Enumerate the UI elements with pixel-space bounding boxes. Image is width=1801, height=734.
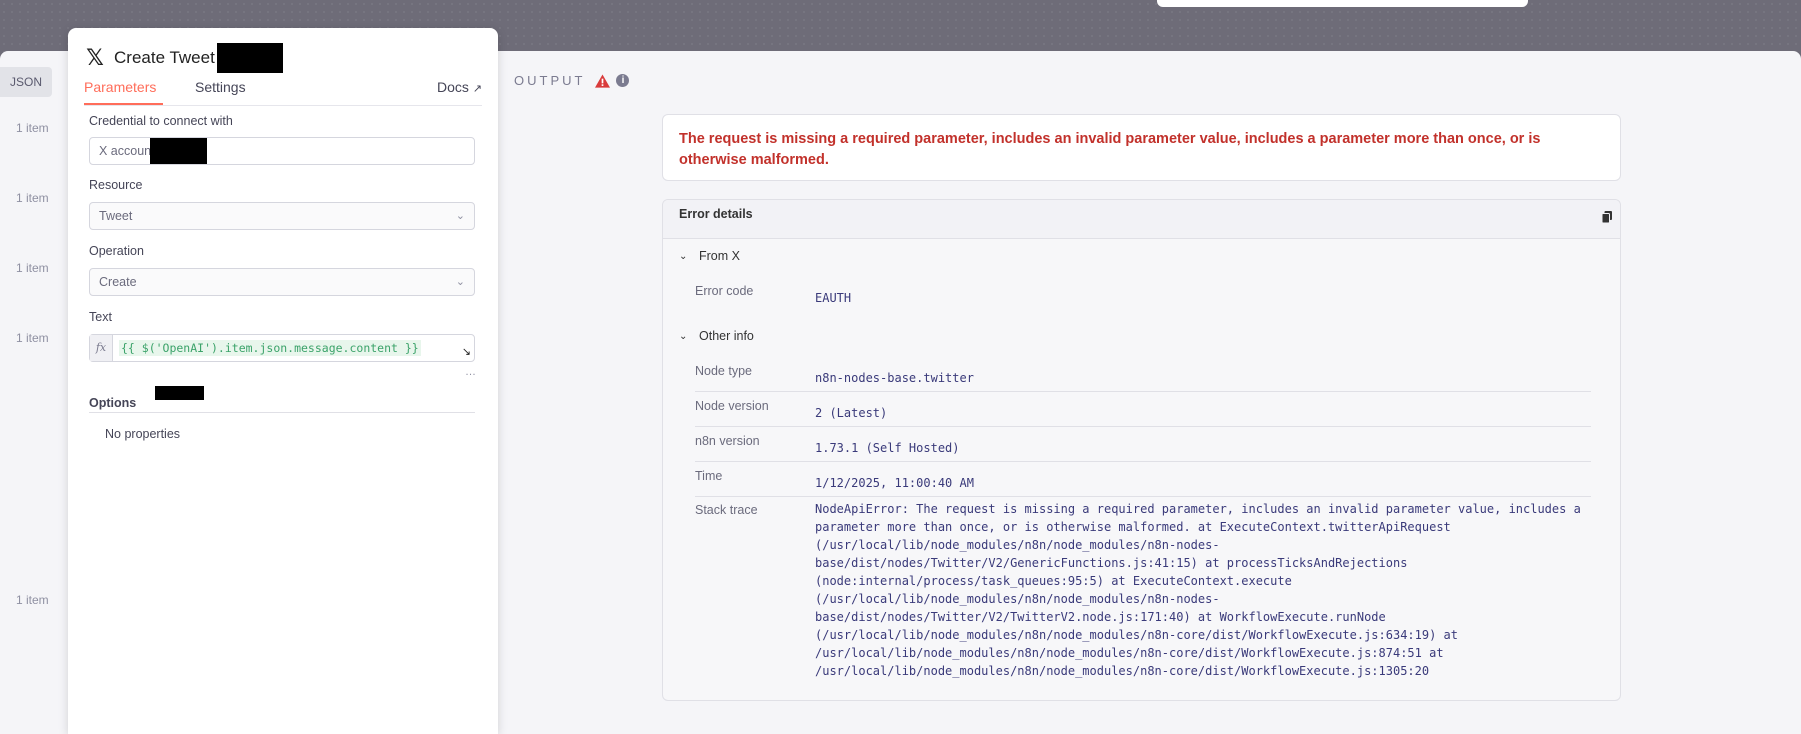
detail-row-value: 1/12/2025, 11:00:40 AM	[815, 476, 974, 490]
output-header: OUTPUT i	[514, 73, 630, 88]
node-tabs: Parameters Settings Docs ↗	[84, 79, 482, 106]
chevron-down-icon: ⌄	[679, 330, 688, 342]
docs-link[interactable]: Docs ↗	[437, 79, 482, 95]
row-divider	[695, 426, 1591, 427]
text-label: Text	[89, 310, 112, 324]
detail-row-label: n8n version	[695, 434, 760, 448]
operation-label: Operation	[89, 244, 144, 258]
error-details-panel: Error details ⌄ From X Error code EAUTH …	[662, 199, 1621, 701]
credential-value: X accoun	[99, 144, 152, 158]
more-options-icon[interactable]: …	[465, 366, 476, 378]
item-count: 1 item	[16, 261, 49, 275]
redacted-block	[216, 43, 283, 73]
output-title: OUTPUT	[514, 73, 586, 88]
resource-value: Tweet	[99, 209, 133, 223]
node-title[interactable]: Create Tweet	[114, 48, 215, 68]
section-label: From X	[699, 249, 740, 263]
text-expression-input[interactable]: fx {{ $('OpenAI').item.json.message.cont…	[89, 334, 475, 362]
row-divider	[695, 461, 1591, 462]
info-icon[interactable]: i	[616, 74, 630, 87]
item-count: 1 item	[16, 191, 49, 205]
stack-trace-label: Stack trace	[695, 503, 758, 517]
top-toolbar-edge	[1157, 0, 1528, 7]
warning-icon	[595, 73, 611, 88]
redacted-block	[155, 386, 204, 400]
docs-label: Docs	[436, 79, 469, 95]
error-details-title: Error details	[679, 207, 753, 221]
error-message-box: The request is missing a required parame…	[662, 114, 1621, 181]
row-divider	[695, 496, 1591, 497]
detail-row-value: 1.73.1 (Self Hosted)	[815, 441, 960, 455]
other-info-toggle[interactable]: ⌄ Other info	[679, 329, 754, 343]
node-parameters-panel: 𝕏 Create Tweet Parameters Settings Docs …	[68, 28, 498, 734]
resource-label: Resource	[89, 178, 143, 192]
node-header: 𝕏 Create Tweet	[84, 43, 283, 73]
item-count: 1 item	[16, 121, 49, 135]
input-panel: JSON 1 item 1 item 1 item 1 item 1 item	[0, 51, 70, 734]
section-label: Other info	[699, 329, 754, 343]
detail-row-value: 2 (Latest)	[815, 406, 888, 420]
from-x-toggle[interactable]: ⌄ From X	[679, 249, 740, 263]
stack-trace-value: NodeApiError: The request is missing a r…	[815, 502, 1581, 678]
json-view-tab[interactable]: JSON	[0, 67, 52, 97]
item-count: 1 item	[16, 331, 49, 345]
detail-row-label: Node type	[695, 364, 752, 378]
active-tab-indicator	[84, 103, 163, 105]
row-divider	[695, 391, 1591, 392]
credential-label: Credential to connect with	[89, 114, 233, 128]
options-divider	[89, 412, 475, 413]
item-count: 1 item	[16, 593, 49, 607]
no-properties-text: No properties	[105, 427, 181, 441]
resource-select[interactable]: Tweet ⌄	[89, 202, 475, 230]
error-details-header: Error details	[663, 200, 1620, 239]
parameters-body: Credential to connect with X accoun Reso…	[68, 106, 498, 734]
tab-settings[interactable]: Settings	[195, 79, 246, 95]
error-message: The request is missing a required parame…	[679, 131, 1541, 168]
operation-select[interactable]: Create ⌄	[89, 268, 475, 296]
expression-value: {{ $('OpenAI').item.json.message.content…	[119, 340, 421, 356]
operation-value: Create	[99, 275, 137, 289]
error-code-label: Error code	[695, 284, 754, 298]
external-link-icon: ↗	[472, 83, 482, 95]
credential-select[interactable]: X accoun	[89, 137, 475, 165]
copy-icon[interactable]	[1602, 211, 1612, 223]
options-label: Options	[89, 396, 137, 410]
x-logo-icon: 𝕏	[86, 45, 104, 70]
chevron-down-icon: ⌄	[455, 210, 465, 222]
chevron-down-icon: ⌄	[455, 276, 465, 288]
tab-parameters[interactable]: Parameters	[84, 79, 156, 95]
detail-row-label: Node version	[695, 399, 769, 413]
fx-icon: fx	[90, 335, 113, 361]
error-code-value: EAUTH	[815, 291, 852, 305]
detail-row-value: n8n-nodes-base.twitter	[815, 371, 974, 385]
expand-icon[interactable]: ↘	[462, 345, 471, 358]
chevron-down-icon: ⌄	[679, 250, 688, 262]
redacted-block	[150, 138, 207, 164]
detail-row-label: Time	[695, 469, 723, 483]
